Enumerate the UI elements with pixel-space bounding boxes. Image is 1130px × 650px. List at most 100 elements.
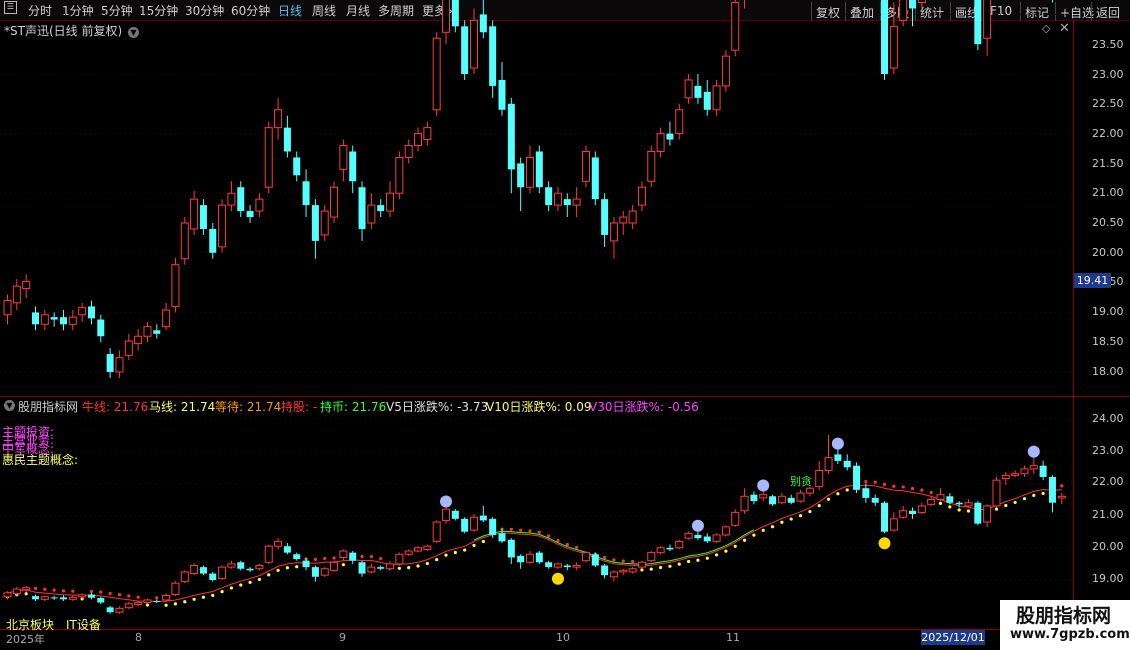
main-candle-body (40, 314, 49, 325)
main-candle-body (115, 357, 124, 373)
niu-dot (313, 557, 317, 561)
indicator-candle-body (637, 561, 646, 568)
main-candle-body (983, 0, 992, 39)
indicator-candle-body (227, 563, 236, 568)
indicator-candle-body (927, 499, 936, 505)
main-candle-body (302, 181, 310, 206)
indicator-candle-body (489, 518, 497, 535)
niu-dot (117, 593, 122, 597)
indicator-candle-body (881, 502, 889, 532)
main-candle-body (591, 157, 599, 200)
main-candle-body (470, 19, 478, 69)
indicator-candle-body (853, 465, 861, 490)
btn-返回[interactable]: 返回 (1091, 2, 1124, 21)
wait-dot (276, 568, 280, 572)
niu-dot (901, 485, 905, 489)
indicator-candle-body (143, 599, 152, 604)
main-candle-body (349, 151, 357, 182)
main-candle-body (601, 199, 609, 235)
main-candle-body (97, 319, 105, 337)
indicator-tick: 20.00 (1092, 540, 1124, 553)
main-candle-body (330, 186, 339, 218)
main-candle-body (572, 198, 581, 206)
indicator-candle-body (545, 562, 553, 568)
niu-dot (892, 484, 896, 488)
main-candle-body (489, 26, 497, 86)
smile-face-icon (878, 537, 891, 550)
wait-dot (1022, 497, 1027, 501)
indicator-candle-body (162, 594, 171, 601)
main-candle-body (339, 145, 348, 170)
indicator-candle-body (3, 592, 12, 598)
indicator-candle-body (796, 492, 805, 502)
niu-dot (612, 558, 616, 562)
indicator-candle-body (992, 479, 1001, 507)
indicator-candle-body (264, 545, 273, 563)
main-candle-body (209, 228, 217, 253)
date-month-8: 8 (135, 631, 142, 644)
wait-dot (724, 549, 728, 553)
wait-dot (1032, 493, 1036, 497)
wait-dot (220, 590, 224, 594)
niu-dot (360, 554, 364, 559)
indicator-candle-body (815, 470, 824, 488)
indicator-candle-body (377, 567, 385, 569)
niu-dot (155, 596, 159, 600)
indicator-tick: 22.00 (1092, 475, 1124, 488)
niu-dot (108, 591, 112, 596)
main-candle-body (694, 85, 702, 98)
indicator-candle-body (153, 600, 161, 602)
indicator-candle-body (59, 597, 67, 600)
main-candle-body (628, 210, 637, 224)
indicator-candle-body (1039, 465, 1047, 477)
indicator-candle-body (115, 607, 124, 613)
main-candle-body (227, 192, 236, 206)
niu-dot (556, 538, 560, 543)
indicator-candle-body (274, 540, 283, 547)
indicator-candle-body (404, 550, 413, 555)
main-candle-body (461, 26, 469, 74)
indicator-candle-body (601, 565, 609, 576)
indicator-candle-body (1020, 468, 1029, 475)
main-candle-body (264, 127, 273, 188)
wait-dot (770, 525, 775, 529)
price-tick: 19.00 (1092, 305, 1124, 318)
main-candle-body (675, 109, 684, 135)
wait-dot (808, 509, 812, 514)
indicator-candle-body (871, 497, 879, 503)
indicator-candle-body (675, 540, 684, 549)
niu-dot (519, 528, 523, 532)
indicator-candle-body (740, 495, 749, 512)
wait-dot (1004, 503, 1008, 508)
price-tick: 18.50 (1092, 335, 1124, 348)
wait-dot (463, 548, 467, 552)
main-candle-body (31, 312, 39, 325)
main-candle-body (377, 205, 385, 212)
indicator-tick: 21.00 (1092, 508, 1124, 521)
indicator-candle-body (414, 547, 423, 552)
indicator-candle-body (721, 526, 730, 536)
main-candle-body (311, 205, 319, 241)
niu-dot (369, 555, 373, 559)
price-tick: 20.00 (1092, 246, 1124, 259)
indicator-candle-body (609, 571, 618, 578)
indicator-candle-body (461, 518, 469, 532)
wait-dot (257, 577, 262, 582)
niu-dot (882, 482, 887, 486)
wait-dot (211, 593, 215, 598)
niu-dot (379, 556, 383, 561)
indicator-candle-body (759, 494, 768, 499)
indicator-candle-body (423, 545, 432, 550)
main-candle-body (656, 133, 665, 152)
main-candle-body (293, 157, 301, 176)
indicator-candle-body (470, 516, 478, 531)
indicator-tick: 24.00 (1092, 412, 1124, 425)
indicator-candle-body (843, 460, 851, 468)
sector-it[interactable]: IT设备 (66, 616, 101, 633)
main-candle-body (68, 316, 77, 325)
niu-dot (621, 559, 625, 563)
main-candle-body (974, 0, 982, 45)
watermark: 股朋指标网 www.7gpzb.com (1000, 600, 1130, 650)
candlestick-chart: 别贪 (0, 0, 1073, 614)
indicator-candle-body (255, 565, 264, 570)
